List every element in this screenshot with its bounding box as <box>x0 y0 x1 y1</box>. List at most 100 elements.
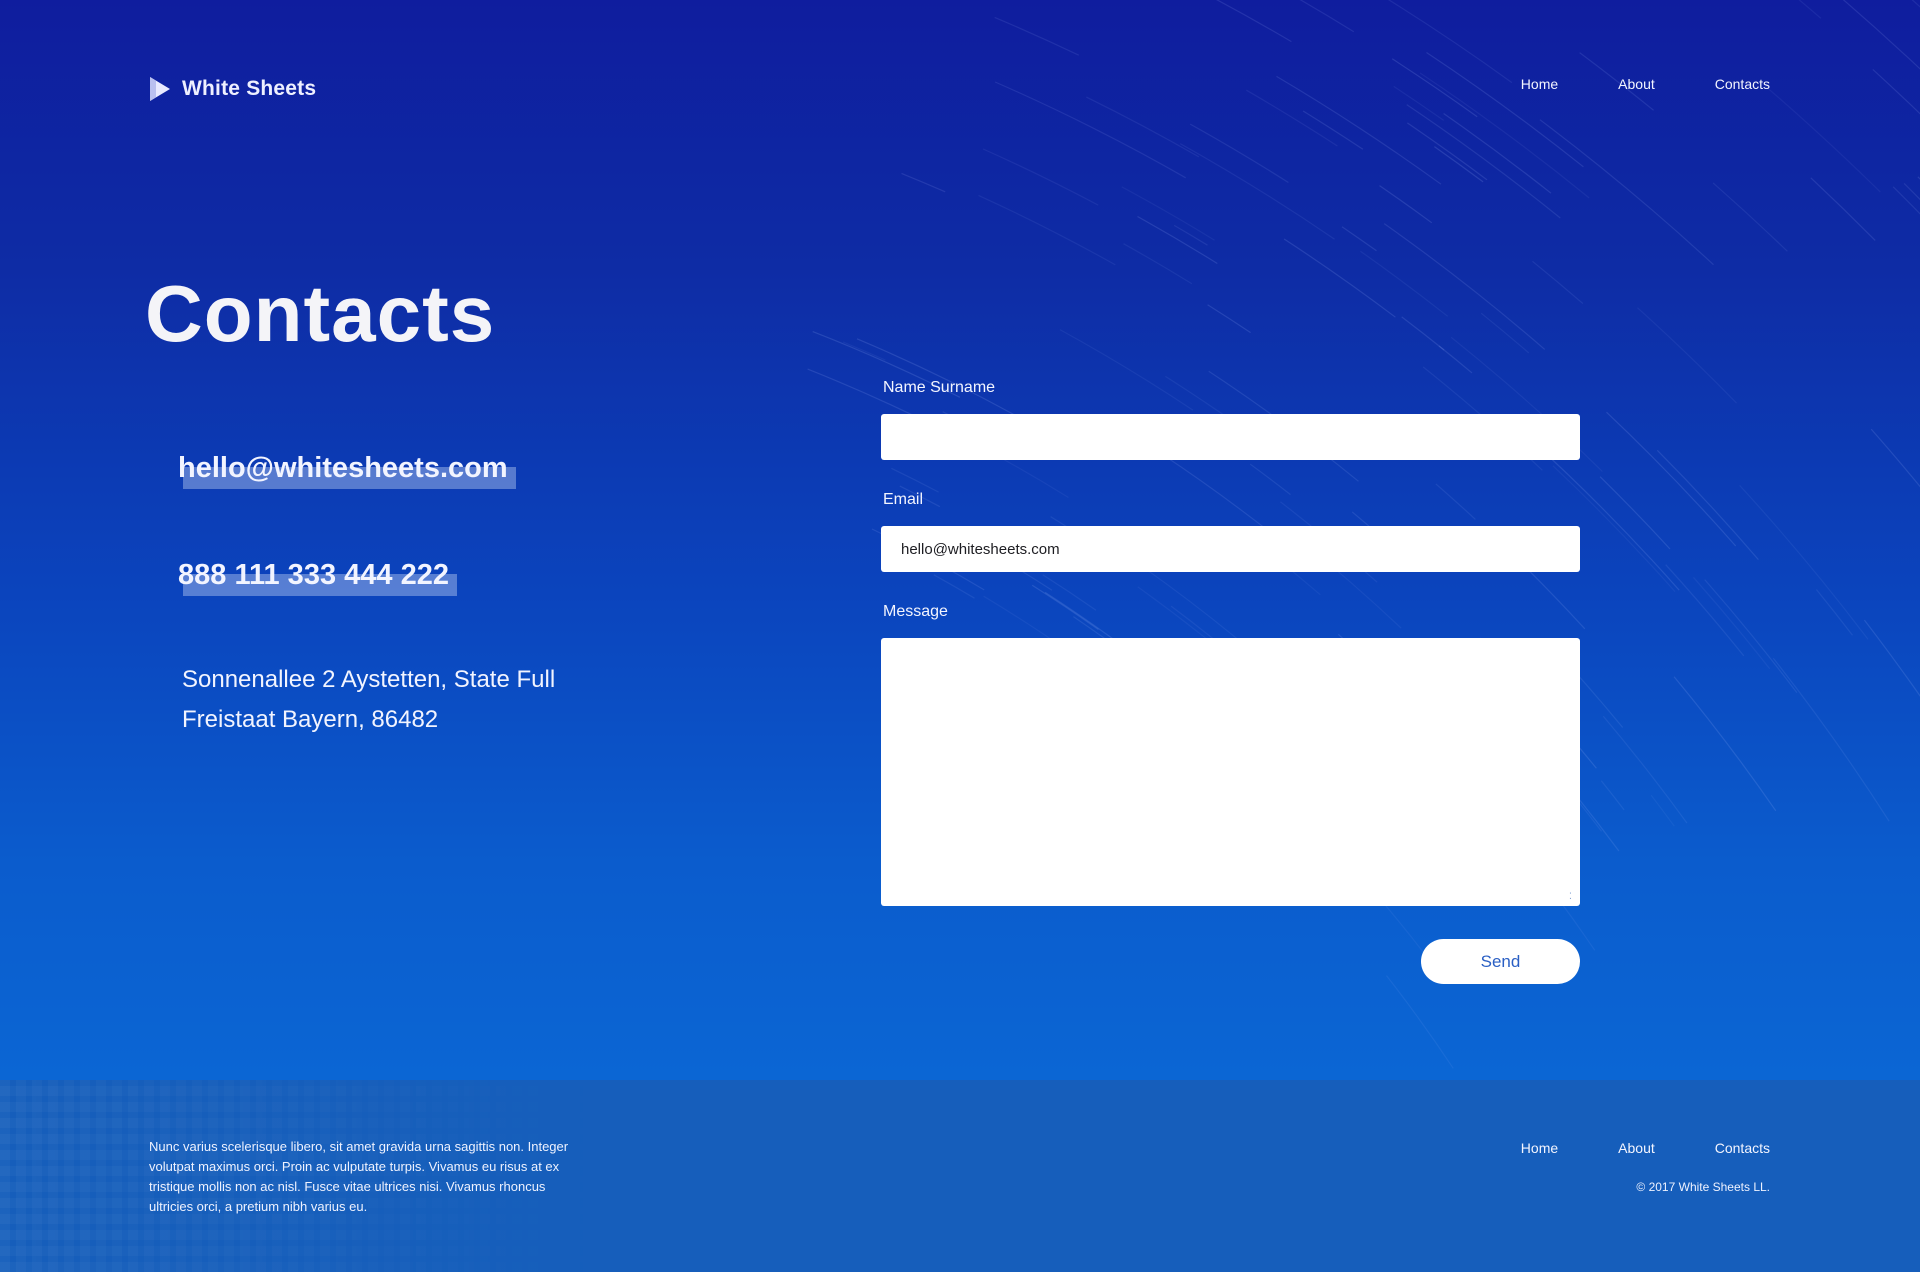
background-streak <box>978 194 1116 266</box>
background-streak <box>1636 307 1738 404</box>
background-streak <box>1665 564 1745 657</box>
background-streak <box>1606 411 1737 547</box>
background-streak <box>1379 185 1433 224</box>
background-streak <box>1539 119 1714 266</box>
hero-section: White Sheets Home About Contacts Contact… <box>0 0 1920 1080</box>
footer-nav-contacts-link[interactable]: Contacts <box>1715 1140 1770 1156</box>
background-streak <box>1438 345 1473 374</box>
background-streak <box>1406 104 1561 219</box>
footer-nav-about-link[interactable]: About <box>1618 1140 1655 1156</box>
footer-nav-home-link[interactable]: Home <box>1521 1140 1558 1156</box>
footer-nav: Home About Contacts <box>1521 1140 1770 1156</box>
message-label: Message <box>883 603 948 620</box>
background-streak <box>1173 224 1208 246</box>
contact-email-link[interactable]: hello@whitesheets.com <box>178 452 516 489</box>
background-streak <box>1121 186 1215 241</box>
background-streak <box>933 574 975 599</box>
background-streak <box>1435 483 1476 520</box>
background-streak <box>982 148 1099 206</box>
background-streak <box>1189 123 1289 184</box>
background-streak <box>1903 182 1920 201</box>
background-streak <box>901 172 946 193</box>
footer-description: Nunc varius scelerisque libero, sit amet… <box>149 1139 569 1214</box>
resize-grip-icon[interactable]: ⁚ <box>1569 893 1577 902</box>
background-streak <box>1383 223 1546 350</box>
background-streak <box>1207 304 1251 334</box>
background-streak <box>1810 177 1876 241</box>
background-streak <box>1276 75 1442 185</box>
background-streak <box>1434 146 1484 183</box>
background-streak <box>1215 0 1292 43</box>
background-streak <box>1137 215 1218 265</box>
background-streak <box>1249 463 1291 496</box>
background-streak <box>1911 0 1920 8</box>
background-streak <box>1673 676 1777 812</box>
background-streak <box>1406 122 1488 181</box>
background-streak <box>1656 449 1759 560</box>
background-streak <box>994 81 1186 179</box>
background-streak <box>1042 574 1097 611</box>
background-streak <box>1758 80 1881 193</box>
background-streak <box>1692 576 1771 670</box>
background-streak <box>1599 476 1671 550</box>
nav-home-link[interactable]: Home <box>1521 76 1558 92</box>
address-line-1: Sonnenallee 2 Aystetten, State Full <box>182 666 556 693</box>
background-streak <box>1650 794 1675 827</box>
background-streak <box>994 16 1080 56</box>
background-streak <box>1031 584 1099 630</box>
address-line-2: Freistaat Bayern, 86482 <box>182 706 439 733</box>
background-streak <box>1602 715 1688 824</box>
brand-name: White Sheets <box>182 77 317 100</box>
background-streak <box>1739 484 1869 640</box>
background-streak <box>1283 238 1396 318</box>
background-streak <box>1704 579 1798 694</box>
background-streak <box>1426 52 1584 168</box>
background-streak <box>1842 0 1920 70</box>
name-label: Name Surname <box>883 379 996 396</box>
background-streak <box>1299 0 1355 33</box>
message-textarea[interactable] <box>881 638 1580 906</box>
background-streak <box>1798 0 1822 19</box>
background-streak <box>1573 792 1620 852</box>
page-title: Contacts <box>145 269 496 358</box>
nav-contacts-link[interactable]: Contacts <box>1715 76 1770 92</box>
email-input[interactable] <box>881 526 1580 572</box>
background-streak <box>1870 428 1920 488</box>
background-streak <box>1532 260 1584 305</box>
copyright-text: © 2017 White Sheets LL. <box>1636 1180 1770 1194</box>
background-streak <box>1086 96 1200 158</box>
background-streak <box>1341 226 1377 252</box>
background-streak <box>842 341 886 361</box>
background-streak <box>1772 657 1890 822</box>
background-streak <box>1391 58 1478 118</box>
background-streak <box>1387 0 1513 84</box>
logo[interactable]: White Sheets <box>148 76 316 102</box>
background-streak <box>1246 89 1338 147</box>
background-streak <box>1123 243 1193 285</box>
background-streak <box>1443 113 1552 194</box>
background-streak <box>1360 250 1449 317</box>
contact-address: Sonnenallee 2 Aystetten, State Full Frei… <box>182 660 555 740</box>
background-streak <box>1892 186 1920 215</box>
background-streak <box>1393 85 1445 121</box>
name-input[interactable] <box>881 414 1580 460</box>
background-streak <box>1179 143 1335 240</box>
background-streak <box>1302 110 1364 150</box>
contact-email-text: hello@whitesheets.com <box>178 452 508 484</box>
email-label: Email <box>883 491 924 508</box>
background-streak <box>891 467 939 493</box>
background-streak <box>1386 975 1454 1069</box>
background-streak <box>1401 316 1445 351</box>
background-streak <box>1600 780 1625 811</box>
send-button[interactable]: Send <box>1421 939 1580 984</box>
contact-phone-link[interactable]: 888 111 333 444 222 <box>178 559 457 596</box>
nav-about-link[interactable]: About <box>1618 76 1655 92</box>
background-streak <box>1872 68 1920 115</box>
background-streak <box>1863 619 1920 697</box>
header-nav: Home About Contacts <box>1521 76 1770 92</box>
background-streak <box>856 338 1017 417</box>
play-triangle-icon <box>150 77 170 101</box>
background-streak <box>1815 589 1853 636</box>
background-streak <box>1712 182 1788 252</box>
background-streak <box>1059 329 1194 411</box>
